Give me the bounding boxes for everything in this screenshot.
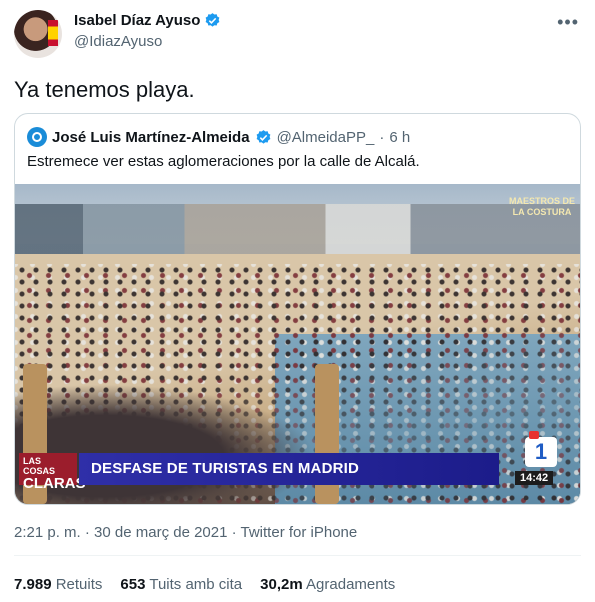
stat-count: 653: [120, 576, 146, 593]
scene-skyline: [15, 204, 580, 259]
quoted-author-avatar: [27, 127, 47, 147]
stat-count: 7.989: [14, 576, 52, 593]
author-avatar[interactable]: [14, 10, 62, 58]
stat-label: Tuits amb cita: [149, 576, 243, 593]
quoted-tweet-text: Estremece ver estas aglomeraciones por l…: [27, 153, 420, 170]
stat-label: Retuits: [55, 576, 103, 593]
stat-count: 30,2m: [260, 576, 303, 593]
author-handle[interactable]: @IdiazAyuso: [74, 33, 162, 50]
divider: [14, 555, 581, 556]
video-thumbnail[interactable]: MAESTROS DE LA COSTURA LAS COSAS CLARAS …: [15, 184, 580, 504]
tv-lower-third: LAS COSAS CLARAS DESFASE DE TURISTAS EN …: [15, 431, 580, 491]
quoted-tweet[interactable]: José Luis Martínez-Almeida @AlmeidaPP_ ·…: [14, 113, 581, 505]
engagement-stats: 7.989 Retuits 653 Tuits amb cita 30,2m A…: [14, 576, 395, 593]
stat-likes[interactable]: 30,2m Agradaments: [260, 576, 395, 593]
show-tag: LAS COSAS CLARAS: [19, 453, 86, 491]
author-name-row: Isabel Díaz Ayuso: [74, 12, 221, 29]
verified-badge-icon: [256, 129, 270, 144]
show-tag-line1: LAS COSAS: [23, 456, 56, 476]
tv-clock: 14:42: [515, 471, 554, 485]
stat-quote-tweets[interactable]: 653 Tuits amb cita: [120, 576, 242, 593]
show-tag-line2: CLARAS: [23, 475, 86, 492]
stat-label: Agradaments: [306, 576, 396, 593]
flag-icon: [48, 20, 58, 46]
tv-headline: DESFASE DE TURISTAS EN MADRID: [79, 453, 499, 485]
corner-watermark: MAESTROS DE LA COSTURA: [508, 196, 575, 217]
quoted-timestamp: 6 h: [389, 128, 411, 146]
quoted-author-name: José Luis Martínez-Almeida: [52, 128, 250, 146]
separator-dot: ·: [379, 128, 385, 146]
tweet-header: Isabel Díaz Ayuso @IdiazAyuso •••: [14, 8, 581, 60]
more-options-icon[interactable]: •••: [557, 12, 579, 33]
author-display-name[interactable]: Isabel Díaz Ayuso: [74, 12, 200, 29]
channel-logo: 1: [525, 431, 557, 467]
tweet-timestamp[interactable]: 2:21 p. m. · 30 de març de 2021 · Twitte…: [14, 524, 357, 541]
verified-badge-icon: [206, 13, 220, 27]
quoted-author-handle: @AlmeidaPP_: [276, 128, 375, 146]
stat-retweets[interactable]: 7.989 Retuits: [14, 576, 102, 593]
tweet-text: Ya tenemos playa.: [14, 77, 195, 102]
quoted-tweet-header: José Luis Martínez-Almeida @AlmeidaPP_ ·…: [27, 127, 410, 147]
